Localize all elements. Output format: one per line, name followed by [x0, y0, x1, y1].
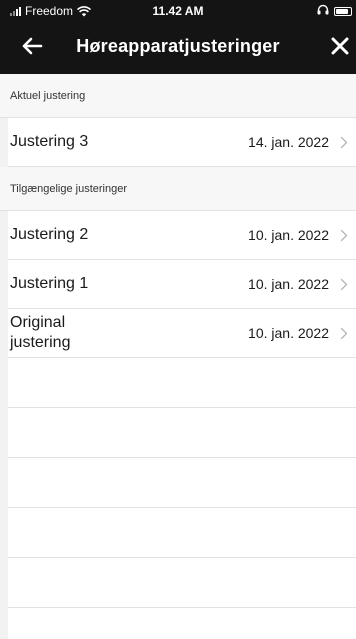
adjustment-name: Justering 3 — [10, 133, 89, 150]
chevron-right-icon — [340, 135, 350, 149]
clock: 11.42 AM — [152, 4, 204, 18]
adjustment-date: 14. jan. 2022 — [248, 134, 329, 150]
section-header-current: Aktuel justering — [0, 74, 356, 118]
status-right — [317, 4, 352, 18]
close-icon — [331, 37, 349, 55]
adjustment-row[interactable]: Justering 3 14. jan. 2022 — [8, 118, 356, 167]
adjustment-date: 10. jan. 2022 — [248, 276, 329, 292]
adjustment-row[interactable]: Justering 1 10. jan. 2022 — [8, 260, 356, 309]
empty-row — [8, 408, 356, 458]
empty-row — [8, 508, 356, 558]
chevron-right-icon — [340, 228, 350, 242]
headphones-icon — [317, 4, 329, 18]
empty-row — [8, 358, 356, 408]
adjustment-name: Justering 2 — [10, 226, 89, 243]
page-title: Høreapparatjusteringer — [76, 36, 280, 56]
adjustment-name: Justering 1 — [10, 275, 89, 292]
adjustment-row[interactable]: Justering 2 10. jan. 2022 — [8, 211, 356, 260]
section-header-available: Tilgængelige justeringer — [0, 167, 356, 211]
nav-bar: Høreapparatjusteringer — [0, 22, 356, 74]
app-header: Freedom 11.42 AM Høreapparatjusteringer — [0, 0, 356, 74]
empty-row — [8, 558, 356, 608]
chevron-right-icon — [340, 277, 350, 291]
battery-icon — [334, 6, 352, 16]
chevron-right-icon — [340, 326, 350, 340]
adjustment-name: Original justering — [10, 314, 71, 351]
adjustment-date: 10. jan. 2022 — [248, 325, 329, 341]
status-bar: Freedom 11.42 AM — [0, 0, 356, 22]
close-button[interactable] — [326, 32, 354, 60]
adjustment-row[interactable]: Original justering 10. jan. 2022 — [8, 309, 356, 358]
empty-row — [8, 458, 356, 508]
adjustments-list: Aktuel justering Justering 3 14. jan. 202… — [0, 74, 356, 639]
adjustment-date: 10. jan. 2022 — [248, 227, 329, 243]
battery-fill — [336, 8, 348, 14]
